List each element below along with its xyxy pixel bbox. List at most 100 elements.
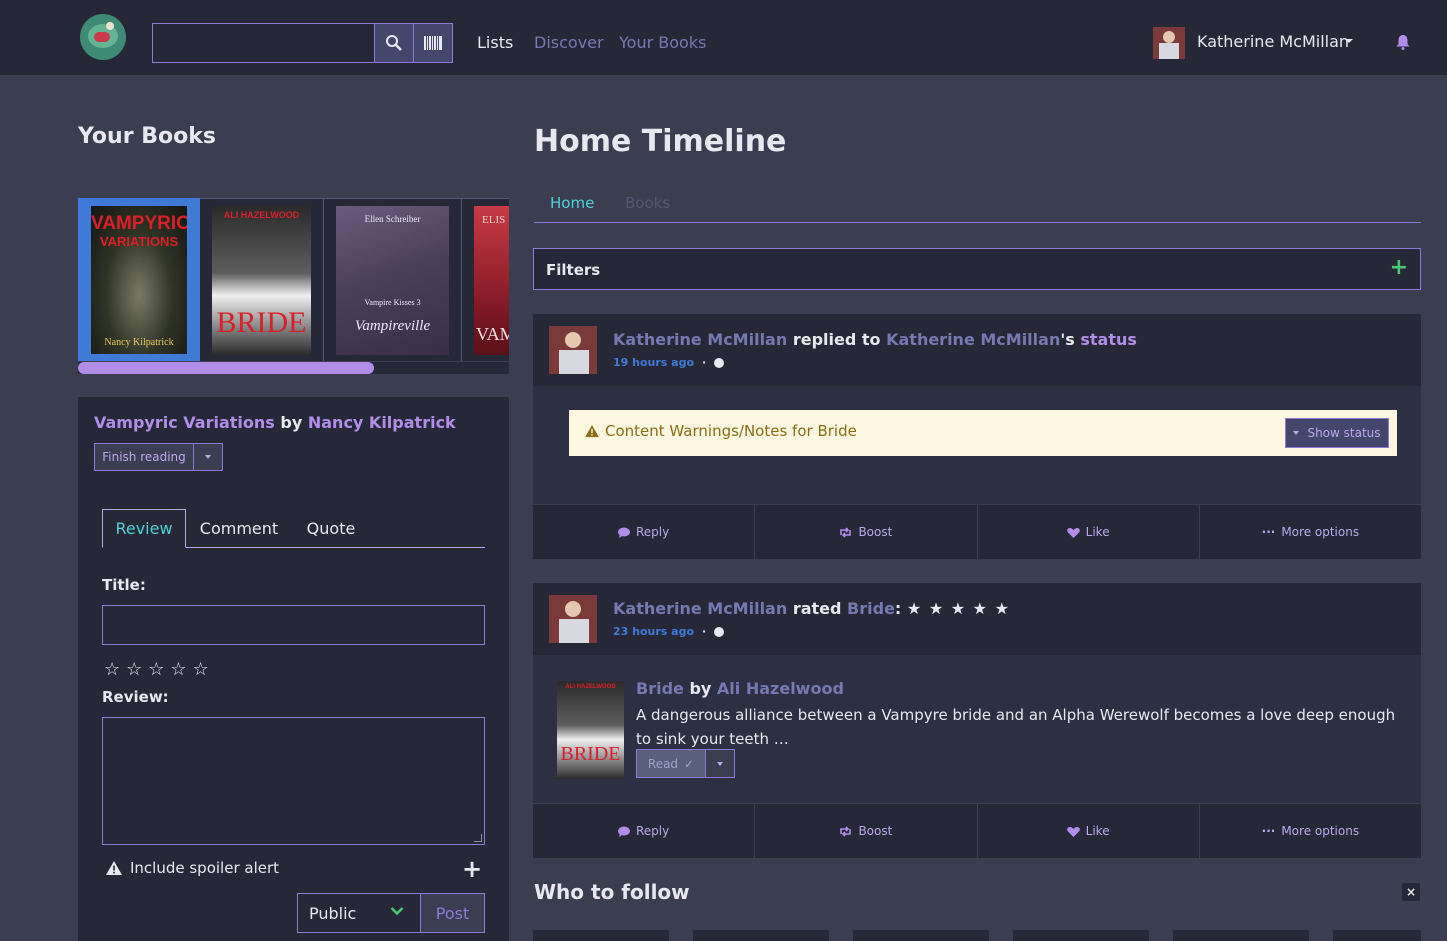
- target-user-link[interactable]: Katherine McMillan: [886, 330, 1060, 349]
- status-card: Katherine McMillan replied to Katherine …: [533, 314, 1421, 559]
- heart-icon: [1066, 826, 1080, 837]
- like-button[interactable]: Like: [978, 505, 1200, 559]
- finish-reading-button[interactable]: Finish reading: [94, 443, 194, 471]
- spoiler-toggle[interactable]: Include spoiler alert: [106, 859, 279, 877]
- books-shelf: VAMPYRIC VARIATIONS Nancy Kilpatrick ALI…: [78, 198, 509, 361]
- shelf-scrollbar-thumb[interactable]: [78, 362, 374, 374]
- status-header: Katherine McMillan replied to Katherine …: [533, 314, 1421, 386]
- boost-button[interactable]: Boost: [755, 505, 978, 559]
- user-menu-caret-icon[interactable]: [1345, 39, 1353, 43]
- status-link[interactable]: status: [1080, 330, 1137, 349]
- timestamp-link[interactable]: 23 hours ago: [613, 625, 694, 638]
- book-title-link[interactable]: Bride: [636, 679, 684, 698]
- resize-handle-icon[interactable]: [474, 834, 482, 842]
- book-cover: VAMPYRIC VARIATIONS Nancy Kilpatrick: [91, 206, 187, 354]
- chevron-down-icon: [1293, 431, 1300, 435]
- review-title-input[interactable]: [102, 605, 485, 645]
- user-link[interactable]: Katherine McMillan: [613, 599, 787, 618]
- read-status-button[interactable]: Read ✓: [636, 749, 706, 778]
- post-button[interactable]: Post: [420, 893, 485, 933]
- chevron-down-icon: [717, 761, 723, 766]
- user-avatar[interactable]: [1153, 27, 1185, 59]
- like-label: Like: [1085, 525, 1110, 539]
- compose-book-author-link[interactable]: Nancy Kilpatrick: [308, 413, 456, 432]
- filters-label: Filters: [546, 261, 601, 279]
- tab-quote[interactable]: Quote: [292, 509, 370, 548]
- search-button[interactable]: [374, 23, 414, 63]
- tab-comment[interactable]: Comment: [190, 509, 288, 548]
- show-status-button[interactable]: Show status: [1285, 418, 1389, 448]
- suggested-user-card[interactable]: [1013, 930, 1149, 941]
- warning-icon: [585, 425, 599, 437]
- boost-label: Boost: [858, 824, 893, 838]
- cover-author: ALI HAZELWOOD: [565, 684, 616, 690]
- avatar[interactable]: [549, 326, 597, 374]
- status-header: Katherine McMillan rated Bride: ★ ★ ★ ★ …: [533, 583, 1421, 655]
- book-description: A dangerous alliance between a Vampyre b…: [636, 706, 1396, 748]
- colon-text: :: [894, 599, 902, 618]
- read-status-dropdown-button[interactable]: [705, 749, 735, 778]
- cover-author: Ellen Schreiber: [364, 214, 421, 224]
- reply-button[interactable]: Reply: [533, 505, 756, 559]
- search-input[interactable]: [152, 23, 375, 63]
- book-cover: Ellen Schreiber Vampire Kisses 3 Vampire…: [336, 206, 449, 355]
- finish-reading-dropdown-button[interactable]: [193, 443, 223, 471]
- by-text: by: [280, 413, 303, 432]
- site-logo[interactable]: [80, 14, 126, 60]
- shelf-book-vampyric-variations[interactable]: VAMPYRIC VARIATIONS Nancy Kilpatrick: [78, 198, 200, 361]
- nav-link-discover[interactable]: Discover: [534, 33, 604, 52]
- expand-plus-icon[interactable]: +: [1390, 255, 1408, 280]
- rating-stars-input[interactable]: ☆☆☆☆☆: [104, 659, 215, 680]
- nav-link-lists[interactable]: Lists: [477, 33, 513, 52]
- comment-icon: [618, 527, 630, 538]
- user-link[interactable]: Katherine McMillan: [613, 330, 787, 349]
- filters-panel[interactable]: Filters +: [533, 248, 1421, 290]
- cover-author: Nancy Kilpatrick: [104, 337, 174, 348]
- cover-title-line: VARIATIONS: [99, 234, 179, 249]
- suggested-user-card[interactable]: [533, 930, 669, 941]
- status-actions: Reply Boost Like ··· More options: [533, 504, 1421, 559]
- cover-series: Vampire Kisses 3: [364, 298, 421, 307]
- book-author-link[interactable]: Ali Hazelwood: [717, 679, 844, 698]
- suggested-user-card[interactable]: [1333, 930, 1421, 941]
- tab-review[interactable]: Review: [102, 509, 186, 548]
- tab-books[interactable]: Books: [625, 194, 670, 212]
- book-cover[interactable]: ALI HAZELWOOD BRIDE: [557, 681, 624, 779]
- boost-label: Boost: [858, 525, 893, 539]
- more-options-button[interactable]: ··· More options: [1200, 505, 1421, 559]
- add-content-warning-plus-icon[interactable]: +: [462, 855, 482, 883]
- user-menu-name[interactable]: Katherine McMillan: [1197, 32, 1349, 51]
- suggested-user-card[interactable]: [1173, 930, 1309, 941]
- suggested-user-card[interactable]: [853, 930, 989, 941]
- more-options-label: More options: [1281, 824, 1360, 838]
- avatar[interactable]: [549, 595, 597, 643]
- review-label: Review:: [102, 688, 169, 706]
- book-cover: ALI HAZELWOOD BRIDE: [212, 206, 311, 355]
- boost-button[interactable]: Boost: [755, 804, 978, 858]
- more-options-button[interactable]: ··· More options: [1200, 804, 1421, 858]
- timestamp-link[interactable]: 19 hours ago: [613, 356, 694, 369]
- status-meta: 23 hours ago ·: [613, 625, 725, 638]
- like-button[interactable]: Like: [978, 804, 1200, 858]
- reply-label: Reply: [636, 824, 670, 838]
- barcode-scan-button[interactable]: [413, 23, 453, 63]
- spoiler-label: Include spoiler alert: [130, 859, 280, 877]
- book-link[interactable]: Bride: [847, 599, 895, 618]
- nav-link-your-books[interactable]: Your Books: [619, 33, 706, 52]
- review-textarea[interactable]: [102, 717, 485, 845]
- cover-title: VAMI: [476, 324, 509, 344]
- shelf-book-bride[interactable]: ALI HAZELWOOD BRIDE: [200, 198, 324, 361]
- read-label: Read: [647, 756, 679, 771]
- compose-book-title-link[interactable]: Vampyric Variations: [94, 413, 275, 432]
- suggested-user-card[interactable]: [693, 930, 829, 941]
- notifications-bell-icon[interactable]: [1395, 34, 1411, 50]
- tab-home[interactable]: Home: [550, 194, 594, 212]
- who-to-follow-heading: Who to follow: [534, 880, 690, 904]
- chevron-down-icon: [390, 907, 404, 916]
- shelf-book-vampireville[interactable]: Ellen Schreiber Vampire Kisses 3 Vampire…: [324, 198, 462, 361]
- close-icon[interactable]: ×: [1402, 883, 1420, 901]
- barcode-icon: [424, 36, 442, 50]
- shelf-book-partial[interactable]: ELIS VAMI: [462, 198, 509, 361]
- boost-icon: [840, 825, 852, 837]
- reply-button[interactable]: Reply: [533, 804, 756, 858]
